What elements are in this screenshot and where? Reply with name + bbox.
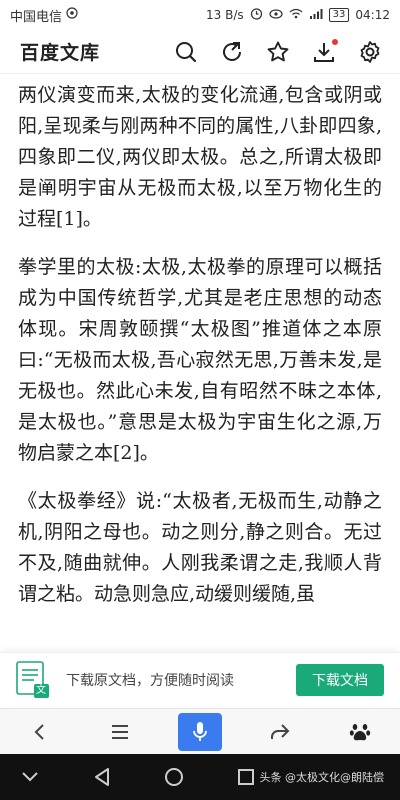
download-button[interactable] <box>308 36 340 68</box>
chevron-left-icon <box>34 723 44 740</box>
menu-icon <box>112 724 128 739</box>
chevron-down-icon <box>22 772 38 782</box>
menu-button[interactable] <box>98 713 142 751</box>
network-speed: 13 B/s <box>206 8 244 22</box>
paragraph: 拳学里的太极:太极,太极拳的原理可以概括成为中国传统哲学,尤其是老庄思想的动态体… <box>18 256 382 464</box>
share-button[interactable] <box>216 36 248 68</box>
voice-search-button[interactable] <box>178 712 222 751</box>
star-icon <box>267 41 289 61</box>
back-button[interactable] <box>18 713 62 751</box>
paragraph: 两仪演变而来,太极的变化流通,包含或阴或阳,呈现柔与刚两种不同的属性,八卦即四象… <box>18 84 382 230</box>
signal-icon <box>309 8 323 22</box>
system-home-button[interactable] <box>160 757 188 797</box>
document-icon: 文 <box>16 660 50 699</box>
download-prompt: 下载原文档，方便随时阅读 <box>66 672 234 689</box>
app-title: 百度文库 <box>20 42 101 64</box>
paw-icon <box>349 723 371 740</box>
settings-button[interactable] <box>354 36 386 68</box>
share-arrow-icon <box>223 41 242 61</box>
microphone-icon <box>193 721 207 741</box>
system-recents-button[interactable] <box>232 757 260 797</box>
search-icon <box>176 41 197 62</box>
gear-icon <box>360 40 380 63</box>
baidu-home-button[interactable] <box>338 713 382 751</box>
paragraph: 《太极拳经》说:“太极者,无极而生,动静之机,阴阳之母也。动之则分,静之则合。无… <box>18 490 382 605</box>
carrier-name: 中国电信 <box>10 9 63 25</box>
system-back-button[interactable] <box>88 757 116 797</box>
location-icon <box>66 7 78 23</box>
status-bar: 中国电信 13 B/s 33 04:12 <box>0 0 400 30</box>
system-nav-bar: 头条 @太极文化@朗陆偿 <box>0 754 400 800</box>
forward-share-button[interactable] <box>258 713 302 751</box>
favorite-button[interactable] <box>262 36 294 68</box>
battery-level: 33 <box>328 8 350 22</box>
document-badge: 文 <box>36 684 46 696</box>
download-banner: 文 下载原文档，方便随时阅读 下载文档 <box>0 652 400 706</box>
notification-dot <box>332 38 338 45</box>
circle-home-icon <box>164 768 183 786</box>
browser-toolbar <box>0 708 400 754</box>
search-button[interactable] <box>170 36 202 68</box>
app-header: 百度文库 <box>0 30 400 74</box>
watermark: 头条 @太极文化@朗陆偿 <box>259 771 385 784</box>
eye-icon <box>269 8 283 22</box>
wifi-icon <box>289 8 303 22</box>
download-document-button[interactable]: 下载文档 <box>296 663 384 696</box>
hide-nav-button[interactable] <box>16 757 44 797</box>
square-recents-icon <box>237 769 254 785</box>
forward-arrow-icon <box>271 723 290 739</box>
triangle-back-icon <box>94 768 109 786</box>
article-content: 两仪演变而来,太极的变化流通,包含或阴或阳,呈现柔与刚两种不同的属性,八卦即四象… <box>0 74 400 652</box>
alarm-icon <box>250 7 263 23</box>
clock: 04:12 <box>355 8 390 22</box>
